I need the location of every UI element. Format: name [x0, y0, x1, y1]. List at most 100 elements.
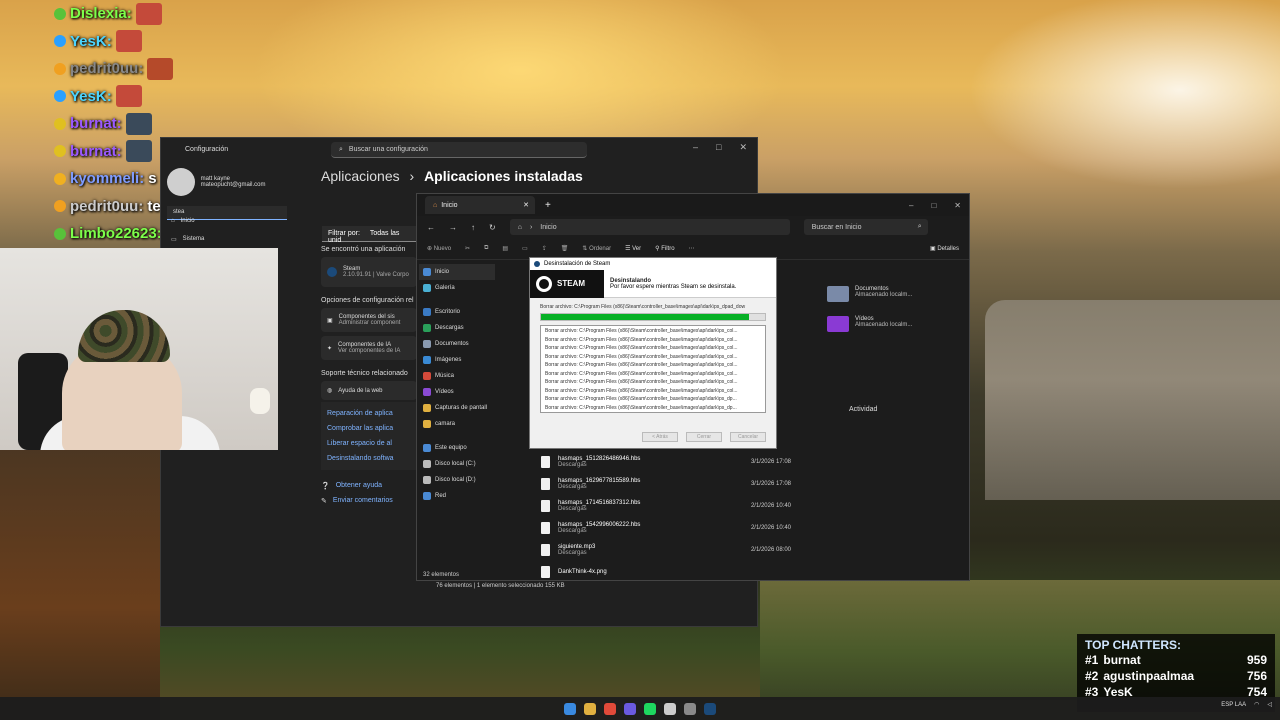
up-icon[interactable]: ↑ — [471, 223, 475, 232]
close-button[interactable]: Cerrar — [686, 432, 722, 442]
explorer-search-input[interactable]: Buscar en Inicio ⌕ — [803, 219, 928, 235]
sidebar-item[interactable]: camara — [419, 416, 495, 432]
spotify-icon[interactable] — [644, 702, 656, 715]
maximize-icon[interactable]: □ — [716, 142, 721, 153]
file-row[interactable]: hasmaps_1542996006222.hbs Descargas 2/1/20… — [541, 517, 791, 539]
chat-username[interactable]: YesK: — [70, 88, 112, 105]
support-link[interactable]: Desinstalando softwa — [327, 451, 411, 466]
file-row[interactable]: siguiente.mp3 Descargas 2/1/2026 08:00 — [541, 539, 791, 561]
feedback-link[interactable]: ✎ Enviar comentarios — [321, 493, 417, 508]
chat-username[interactable]: Dislexia: — [70, 5, 132, 22]
copy-icon[interactable]: ⧉ — [484, 245, 488, 252]
chat-username[interactable]: Limbo22623: — [70, 225, 162, 242]
sidebar-item[interactable]: Galería — [419, 280, 495, 296]
discord-icon[interactable] — [624, 702, 636, 715]
obs-icon[interactable] — [664, 702, 676, 715]
cut-icon[interactable]: ✂ — [465, 245, 470, 252]
maximize-icon[interactable]: □ — [931, 201, 936, 210]
close-icon[interactable]: ✕ — [739, 142, 747, 153]
file-row[interactable]: hasmaps_1714516837312.hbs Descargas 2/1/20… — [541, 495, 791, 517]
settings-icon[interactable] — [684, 702, 696, 715]
chat-username[interactable]: pedrit0uu: — [70, 198, 143, 215]
option-ai-components[interactable]: ✦ Componentes de IA Ver componentes de IA — [321, 336, 417, 360]
file-explorer-icon[interactable] — [584, 702, 596, 715]
paste-icon[interactable]: ▤ — [502, 245, 508, 252]
address-bar[interactable]: ⌂ › Inicio — [509, 219, 790, 235]
nav-item-inicio[interactable]: ⌂ Inicio — [171, 212, 204, 230]
minimize-icon[interactable]: – — [693, 142, 698, 153]
refresh-icon[interactable]: ↻ — [489, 223, 496, 232]
new-tab-icon[interactable]: + — [545, 200, 551, 211]
chat-username[interactable]: YesK: — [70, 33, 112, 50]
sidebar-item[interactable]: Capturas de pantall — [419, 400, 495, 416]
breadcrumb-parent[interactable]: Aplicaciones — [321, 168, 400, 184]
rename-icon[interactable]: ▭ — [522, 245, 528, 252]
language-indicator[interactable]: ESP LAA — [1221, 702, 1246, 708]
share-icon[interactable]: ⇪ — [542, 245, 547, 252]
details-button[interactable]: ▣ Detalles — [930, 245, 959, 252]
settings-search-input[interactable]: ⌕ Buscar una configuración — [331, 142, 587, 158]
steam-icon[interactable] — [704, 702, 716, 715]
chat-username[interactable]: burnat: — [70, 115, 122, 132]
activity-column-header[interactable]: Actividad — [849, 406, 877, 413]
sidebar-item[interactable]: Vídeos — [419, 384, 495, 400]
explorer-sidebar: Inicio Galería Escritorio Descargas Document… — [419, 264, 495, 504]
dialog-buttons: < Atrás Cerrar Cancelar — [642, 432, 766, 442]
close-icon[interactable]: ✕ — [954, 201, 961, 210]
delete-icon[interactable]: 🗑 — [561, 245, 569, 252]
get-help-link[interactable]: ❔ Obtener ayuda — [321, 478, 417, 493]
sort-button[interactable]: ⇅ Ordenar — [582, 245, 611, 252]
close-tab-icon[interactable]: ✕ — [523, 201, 529, 209]
filter-button[interactable]: ⚲ Filtro — [655, 245, 674, 252]
sidebar-item[interactable]: Disco local (C:) — [419, 456, 495, 472]
sidebar-item[interactable]: Escritorio — [419, 304, 495, 320]
chat-username[interactable]: kyommeli: — [70, 170, 144, 187]
sidebar-item[interactable]: Documentos — [419, 336, 495, 352]
file-row[interactable]: DankThink-4x.png — [541, 561, 791, 583]
support-link[interactable]: Liberar espacio de al — [327, 436, 411, 451]
sidebar-item[interactable]: Descargas — [419, 320, 495, 336]
support-link[interactable]: Comprobar las aplica — [327, 421, 411, 436]
chat-username[interactable]: burnat: — [70, 143, 122, 160]
file-row[interactable]: hasmaps_1512826486946.hbs Descargas 3/1/20… — [541, 451, 791, 473]
sidebar-item[interactable]: Disco local (D:) — [419, 472, 495, 488]
chat-username[interactable]: pedrit0uu: — [70, 60, 143, 77]
folder-icon — [423, 372, 431, 380]
progress-bar — [540, 313, 766, 321]
sidebar-item[interactable]: Imágenes — [419, 352, 495, 368]
file-row[interactable]: hasmaps_1629677815589.hbs Descargas 3/1/20… — [541, 473, 791, 495]
view-button[interactable]: ☰ Ver — [625, 245, 641, 252]
minimize-icon[interactable]: – — [909, 201, 913, 210]
help-web-item[interactable]: ◍ Ayuda de la web — [321, 381, 417, 400]
progress-label: Borrar archivo: C:\Program Files (x86)\S… — [540, 304, 746, 310]
forward-icon[interactable]: → — [449, 223, 457, 232]
sidebar-item[interactable]: Música — [419, 368, 495, 384]
quick-access-item[interactable]: Vídeos Almacenado localm... — [827, 316, 912, 346]
uninstall-log[interactable]: Borrar archivo: C:\Program Files (x86)\S… — [540, 325, 766, 413]
sidebar-item[interactable]: Este equipo — [419, 440, 495, 456]
wifi-icon[interactable]: ◠ — [1254, 701, 1259, 708]
new-button[interactable]: ⊕ Nuevo — [427, 245, 451, 252]
back-button[interactable]: < Atrás — [642, 432, 678, 442]
chrome-icon[interactable] — [604, 702, 616, 715]
volume-icon[interactable]: ◁ — [1267, 701, 1272, 708]
settings-nav: ⌂ Inicio ▭ Sistema — [171, 212, 204, 248]
sidebar-item[interactable]: Red — [419, 488, 495, 504]
support-link[interactable]: Reparación de aplica — [327, 406, 411, 421]
dialog-subheading: Por favor espere mientras Steam se desin… — [610, 283, 737, 290]
tab-inicio[interactable]: ⌂ Inicio ✕ — [425, 196, 535, 214]
option-system-components[interactable]: ▣ Componentes del sis Administrar compone… — [321, 308, 417, 332]
app-card-steam[interactable]: Steam 2.10.91.91 | Valve Corpo — [321, 257, 417, 287]
nav-item-sistema[interactable]: ▭ Sistema — [171, 230, 204, 248]
back-icon[interactable]: ← — [427, 223, 435, 232]
log-line: Borrar archivo: C:\Program Files (x86)\S… — [545, 396, 737, 402]
log-line: Borrar archivo: C:\Program Files (x86)\S… — [545, 336, 738, 343]
sidebar-item-label: Escritorio — [435, 309, 461, 315]
filter-dropdown[interactable]: Filtrar por: Todas las unid — [322, 226, 418, 244]
more-icon[interactable]: ⋯ — [689, 245, 695, 252]
sidebar-item[interactable]: Inicio — [419, 264, 495, 280]
quick-access-item[interactable]: Documentos Almacenado localm... — [827, 286, 912, 316]
cancel-button[interactable]: Cancelar — [730, 432, 766, 442]
folder-icon — [423, 420, 431, 428]
start-icon[interactable] — [564, 702, 576, 715]
